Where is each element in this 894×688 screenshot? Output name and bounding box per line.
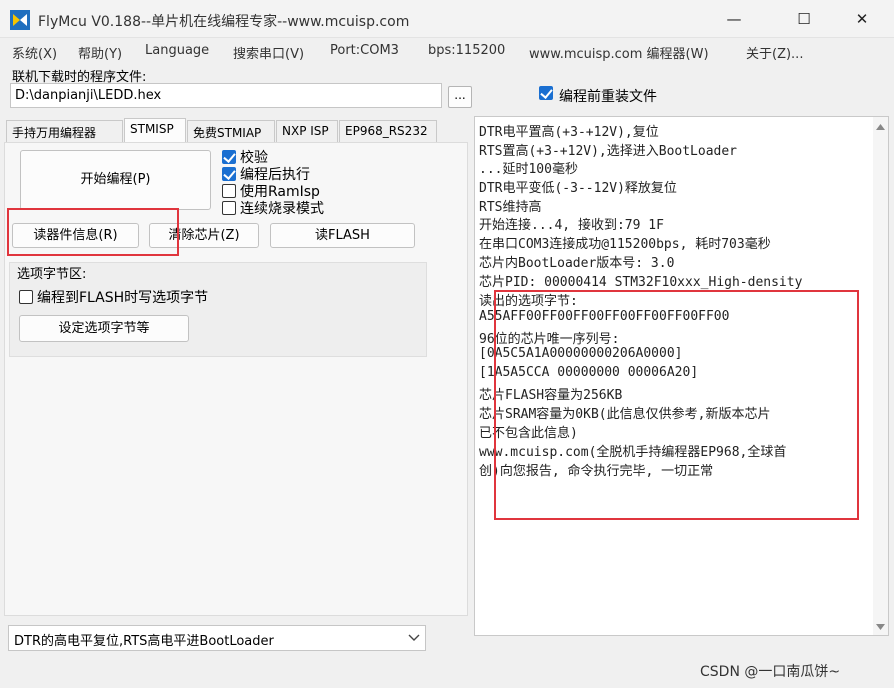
chevron-down-icon [408, 634, 420, 641]
scroll-down-icon[interactable] [876, 624, 885, 631]
log-line: 在串口COM3连接成功@115200bps, 耗时703毫秒 [479, 237, 771, 252]
menu-about[interactable]: 关于(Z)... [746, 43, 803, 62]
read-flash-button[interactable]: 读FLASH [270, 223, 415, 248]
boot-mode-select[interactable]: DTR的高电平复位,RTS高电平进BootLoader [8, 625, 426, 651]
log-line: ...延时100毫秒 [479, 162, 578, 177]
app-logo-icon [10, 10, 30, 30]
menu-port[interactable]: Port:COM3 [330, 43, 399, 58]
tab-handheld-programmer[interactable]: 手持万用编程器 [6, 120, 123, 142]
watermark: CSDN @一口南瓜饼~ [700, 664, 841, 680]
reload-file-label: 编程前重装文件 [559, 89, 657, 105]
ramisp-checkbox[interactable] [222, 184, 236, 198]
menu-programmer[interactable]: www.mcuisp.com 编程器(W) [529, 43, 709, 62]
start-program-button[interactable]: 开始编程(P) [20, 150, 211, 210]
menu-bps[interactable]: bps:115200 [428, 43, 505, 58]
highlight-box-read-info [7, 208, 179, 256]
close-button[interactable]: ✕ [839, 0, 885, 38]
log-line: 芯片内BootLoader版本号: 3.0 [479, 256, 675, 271]
minimize-button[interactable]: — [711, 0, 757, 38]
menu-search-port[interactable]: 搜索串口(V) [233, 43, 304, 62]
maximize-button[interactable]: ☐ [781, 0, 827, 38]
tab-ep968[interactable]: EP968_RS232 [339, 120, 437, 142]
option-bytes-label: 选项字节区: [17, 267, 87, 282]
log-line: DTR电平变低(-3--12V)释放复位 [479, 181, 677, 196]
log-line: RTS置高(+3-+12V),选择进入BootLoader [479, 144, 738, 159]
menu-help[interactable]: 帮助(Y) [78, 43, 122, 62]
log-line: DTR电平置高(+3-+12V),复位 [479, 125, 659, 140]
browse-button[interactable]: ... [448, 86, 472, 108]
scroll-up-icon[interactable] [876, 123, 885, 130]
window-title: FlyMcu V0.188--单片机在线编程专家--www.mcuisp.com [38, 14, 410, 30]
log-line: RTS维持高 [479, 200, 542, 215]
menu-language[interactable]: Language [145, 43, 209, 58]
menu-system[interactable]: 系统(X) [12, 43, 57, 62]
tab-stmisp[interactable]: STMISP [124, 118, 186, 143]
tab-free-stmiap[interactable]: 免费STMIAP [187, 120, 275, 142]
continuous-checkbox[interactable] [222, 201, 236, 215]
set-option-bytes-button[interactable]: 设定选项字节等 [19, 315, 189, 342]
write-option-label: 编程到FLASH时写选项字节 [37, 290, 209, 306]
tab-nxp-isp[interactable]: NXP ISP [276, 120, 338, 142]
highlight-box-log [494, 290, 859, 520]
write-option-checkbox[interactable] [19, 290, 33, 304]
log-line: 芯片PID: 00000414 STM32F10xxx_High-density [479, 275, 803, 290]
log-scrollbar[interactable] [873, 117, 888, 635]
continuous-label: 连续烧录模式 [240, 201, 324, 217]
run-after-checkbox[interactable] [222, 167, 236, 181]
program-file-input[interactable]: D:\danpianji\LEDD.hex [10, 83, 442, 108]
log-line: 开始连接...4, 接收到:79 1F [479, 218, 664, 233]
verify-checkbox[interactable] [222, 150, 236, 164]
reload-file-checkbox[interactable] [539, 86, 553, 100]
boot-mode-value: DTR的高电平复位,RTS高电平进BootLoader [14, 634, 274, 649]
